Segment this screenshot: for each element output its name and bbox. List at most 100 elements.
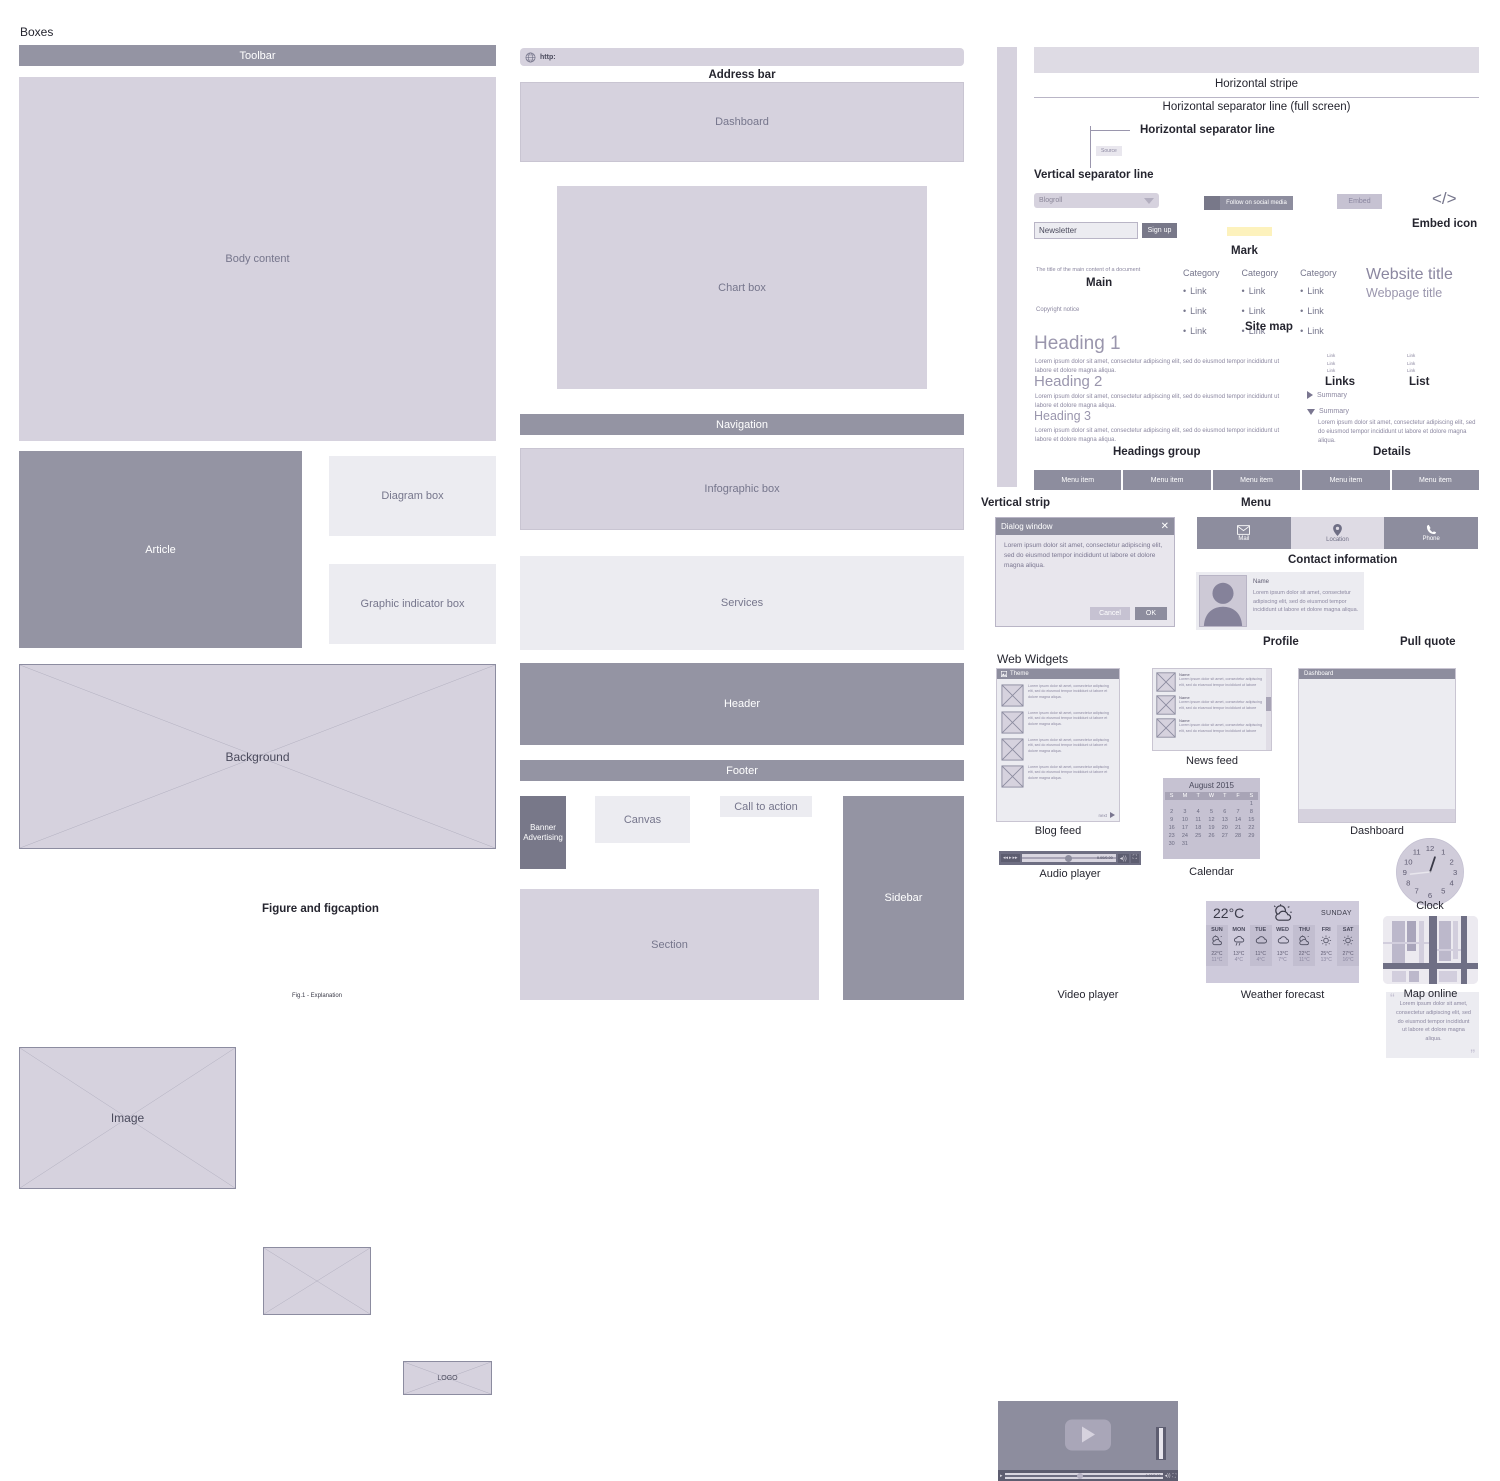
calendar-day[interactable]: 30 <box>1165 840 1178 848</box>
header-box[interactable]: Header <box>520 663 964 745</box>
chart-box[interactable]: Chart box <box>557 186 927 389</box>
calendar-day[interactable]: 15 <box>1245 816 1258 824</box>
calendar-day[interactable] <box>1245 840 1258 848</box>
volume-slider[interactable] <box>1156 1427 1166 1460</box>
weather-day[interactable]: WED 13°C 7°C <box>1272 925 1294 966</box>
link[interactable]: Link <box>1190 286 1207 296</box>
image-box[interactable]: Image <box>19 1047 236 1189</box>
sign-up-button[interactable]: Sign up <box>1142 223 1177 238</box>
close-icon[interactable]: ✕ <box>1161 521 1169 532</box>
calendar-day[interactable]: 16 <box>1165 824 1178 832</box>
weather-day[interactable]: FRI 25°C 13°C <box>1315 925 1337 966</box>
summary-expanded[interactable]: Summary <box>1307 408 1349 415</box>
calendar-day[interactable] <box>1165 800 1178 808</box>
link[interactable]: Link <box>1190 306 1207 316</box>
banner-advertising-box[interactable]: Banner Advertising <box>520 796 566 869</box>
newsletter-input[interactable]: Newsletter <box>1034 222 1138 239</box>
menu-item[interactable]: Menu item <box>1302 470 1389 490</box>
video-player-widget[interactable]: ▸ 0.00/0.00 ◂)) ⛶ <box>998 1401 1178 1481</box>
address-bar[interactable]: http: <box>520 48 964 66</box>
body-content-box[interactable]: Body content <box>19 77 496 441</box>
calendar-day[interactable]: 12 <box>1205 816 1218 824</box>
calendar-day[interactable]: 11 <box>1192 816 1205 824</box>
play-icon[interactable]: ▸ <box>1009 855 1012 861</box>
calendar-day[interactable] <box>1192 800 1205 808</box>
list-item[interactable]: Link <box>1407 353 1415 358</box>
calendar-day[interactable]: 23 <box>1165 832 1178 840</box>
section-box[interactable]: Section <box>520 889 819 1000</box>
weather-day[interactable]: SAT 27°C 16°C <box>1337 925 1359 966</box>
scrollbar-thumb[interactable] <box>1266 697 1271 711</box>
calendar-day[interactable]: 18 <box>1192 824 1205 832</box>
menu-item[interactable]: Menu item <box>1392 470 1479 490</box>
calendar-day[interactable] <box>1205 840 1218 848</box>
menu-item[interactable]: Menu item <box>1034 470 1121 490</box>
contact-item-location[interactable]: Location <box>1291 517 1385 549</box>
contact-item-phone[interactable]: Phone <box>1384 517 1478 549</box>
dashboard-box[interactable]: Dashboard <box>520 82 964 162</box>
volume-icon[interactable]: ◂)) <box>1165 1473 1171 1479</box>
link[interactable]: Link <box>1249 286 1266 296</box>
calendar-day[interactable]: 3 <box>1178 808 1191 816</box>
blog-feed-item[interactable]: Lorem ipsum dolor sit amet, consectetur … <box>1001 684 1115 707</box>
blog-feed-item[interactable]: Lorem ipsum dolor sit amet, consectetur … <box>1001 738 1115 761</box>
calendar-day[interactable]: 21 <box>1231 824 1244 832</box>
blog-feed-next[interactable]: next <box>1098 812 1115 818</box>
horizontal-stripe-box[interactable] <box>1034 47 1479 73</box>
calendar-day[interactable] <box>1231 840 1244 848</box>
video-controls-bar[interactable]: ▸ 0.00/0.00 ◂)) ⛶ <box>998 1470 1178 1481</box>
graphic-indicator-box[interactable]: Graphic indicator box <box>329 564 496 644</box>
dashboard-widget[interactable]: Dashboard <box>1298 668 1456 823</box>
video-progress-thumb[interactable] <box>1077 1473 1083 1479</box>
calendar-day[interactable]: 8 <box>1245 808 1258 816</box>
calendar-day[interactable]: 2 <box>1165 808 1178 816</box>
link[interactable]: Link <box>1249 306 1266 316</box>
calendar-day[interactable] <box>1218 840 1231 848</box>
follow-social-media-button[interactable]: Follow on social media <box>1204 196 1293 210</box>
fast-forward-icon[interactable]: ▸▸ <box>1013 855 1018 861</box>
contact-item-mail[interactable]: Mail <box>1197 517 1291 549</box>
calendar-day[interactable] <box>1231 800 1244 808</box>
calendar-day[interactable]: 24 <box>1178 832 1191 840</box>
audio-progress-bar[interactable]: 0.00/0.00 <box>1022 854 1116 862</box>
news-feed-item[interactable]: Name Lorem ipsum dolor sit amet, consect… <box>1156 672 1268 692</box>
link[interactable]: Link <box>1307 306 1324 316</box>
blog-feed-widget[interactable]: Theme Lorem ipsum dolor sit amet, consec… <box>996 668 1120 822</box>
calendar-day[interactable]: 13 <box>1218 816 1231 824</box>
link[interactable]: Link <box>1307 286 1324 296</box>
link[interactable]: Link <box>1307 326 1324 336</box>
weather-day[interactable]: SUN 22°C 11°C <box>1206 925 1228 966</box>
link[interactable]: Link <box>1327 361 1335 366</box>
volume-icon[interactable]: ◂)) <box>1118 854 1129 863</box>
article-box[interactable]: Article <box>19 451 302 648</box>
link[interactable]: Link <box>1190 326 1207 336</box>
play-icon[interactable]: ▸ <box>1000 1473 1003 1479</box>
cancel-button[interactable]: Cancel <box>1090 607 1130 620</box>
weather-day[interactable]: TUE 11°C 4°C <box>1250 925 1272 966</box>
weather-day[interactable]: THU 22°C 11°C <box>1293 925 1315 966</box>
rewind-icon[interactable]: ◂◂ <box>1003 855 1008 861</box>
calendar-day[interactable] <box>1205 800 1218 808</box>
fullscreen-icon[interactable]: ⛶ <box>1131 854 1139 863</box>
calendar-day[interactable]: 26 <box>1205 832 1218 840</box>
blog-feed-item[interactable]: Lorem ipsum dolor sit amet, consectetur … <box>1001 765 1115 788</box>
calendar-day[interactable]: 14 <box>1231 816 1244 824</box>
list-item[interactable]: Link <box>1407 368 1415 373</box>
calendar-day[interactable]: 20 <box>1218 824 1231 832</box>
dialog-window[interactable]: Dialog window ✕ Lorem ipsum dolor sit am… <box>995 517 1175 627</box>
calendar-day[interactable]: 29 <box>1245 832 1258 840</box>
calendar-day[interactable] <box>1192 840 1205 848</box>
calendar-day[interactable]: 6 <box>1218 808 1231 816</box>
menu-item[interactable]: Menu item <box>1213 470 1300 490</box>
infographic-box[interactable]: Infographic box <box>520 448 964 530</box>
calendar-day[interactable]: 25 <box>1192 832 1205 840</box>
embed-button[interactable]: Embed <box>1337 194 1382 209</box>
summary-collapsed[interactable]: Summary <box>1307 391 1347 399</box>
calendar-day[interactable]: 17 <box>1178 824 1191 832</box>
blog-feed-item[interactable]: Lorem ipsum dolor sit amet, consectetur … <box>1001 711 1115 734</box>
audio-player-widget[interactable]: ◂◂ ▸ ▸▸ 0.00/0.00 ◂)) ⛶ <box>999 851 1141 865</box>
diagram-box[interactable]: Diagram box <box>329 456 496 536</box>
ok-button[interactable]: OK <box>1135 607 1167 620</box>
vertical-strip-box[interactable] <box>997 47 1017 487</box>
background-box[interactable]: Background <box>19 664 496 849</box>
